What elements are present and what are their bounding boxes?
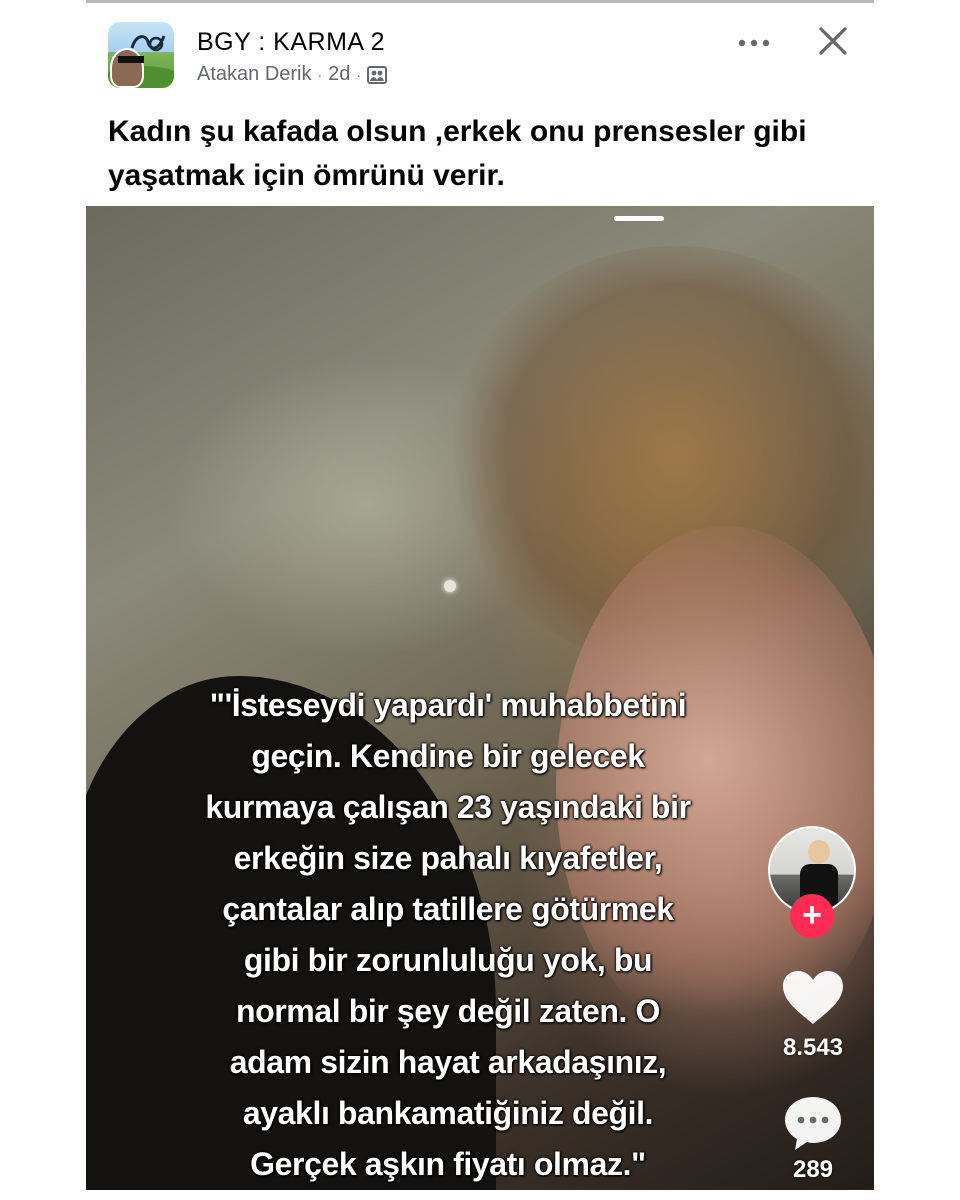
post-time[interactable]: 2d	[328, 63, 350, 86]
overlay-line: gibi bir zorunluluğu yok, bu	[243, 942, 653, 978]
post-caption: Kadın şu kafada olsun ,erkek onu prenses…	[108, 115, 807, 192]
video-overlay-text: "'İsteseydi yapardı' muhabbetini geçin. …	[198, 680, 698, 1190]
comment-count: 289	[792, 1156, 834, 1183]
comment-icon[interactable]	[782, 1094, 844, 1152]
overlay-line: normal bir şey değil zaten. O	[235, 993, 661, 1029]
avatar-person	[110, 48, 144, 88]
heart-icon[interactable]	[780, 968, 846, 1028]
overlay-line: ayaklı bankamatiğiniz değil.	[242, 1095, 654, 1131]
overlay-line: kurmaya çalışan 23 yaşındaki bir	[205, 789, 691, 825]
overlay-line: "'İsteseydi yapardı' muhabbetini	[209, 687, 687, 723]
follow-button[interactable]: +	[790, 894, 834, 938]
overlay-line: adam sizin hayat arkadaşınız,	[229, 1044, 667, 1080]
overlay-line: çantalar alıp tatillere götürmek	[222, 891, 674, 927]
overlay-line: erkeğin size pahalı kıyafetler,	[233, 840, 663, 876]
creator-avatar-head	[808, 840, 830, 864]
close-icon[interactable]	[816, 24, 850, 58]
swipe-indicator	[614, 216, 664, 221]
meta-separator: ·	[317, 66, 323, 83]
video-embed[interactable]: "'İsteseydi yapardı' muhabbetini geçin. …	[86, 206, 874, 1190]
group-avatar[interactable]	[108, 22, 174, 88]
post-header: BGY : KARMA 2 Atakan Derik · 2d ·	[108, 22, 868, 92]
more-horizontal-icon[interactable]	[736, 28, 772, 58]
group-name[interactable]: BGY : KARMA 2	[197, 28, 385, 57]
overlay-line: Gerçek aşkın fiyatı olmaz."	[250, 1146, 646, 1182]
post-meta: Atakan Derik · 2d ·	[197, 63, 388, 86]
group-audience-icon	[367, 65, 388, 84]
meta-separator-2: ·	[356, 66, 362, 83]
video-earring	[444, 580, 456, 592]
avatar-censor-bar	[118, 56, 144, 63]
author-name[interactable]: Atakan Derik	[197, 63, 312, 86]
top-divider	[86, 0, 874, 3]
overlay-line: geçin. Kendine bir gelecek	[251, 738, 645, 774]
like-count: 8.543	[782, 1034, 844, 1061]
